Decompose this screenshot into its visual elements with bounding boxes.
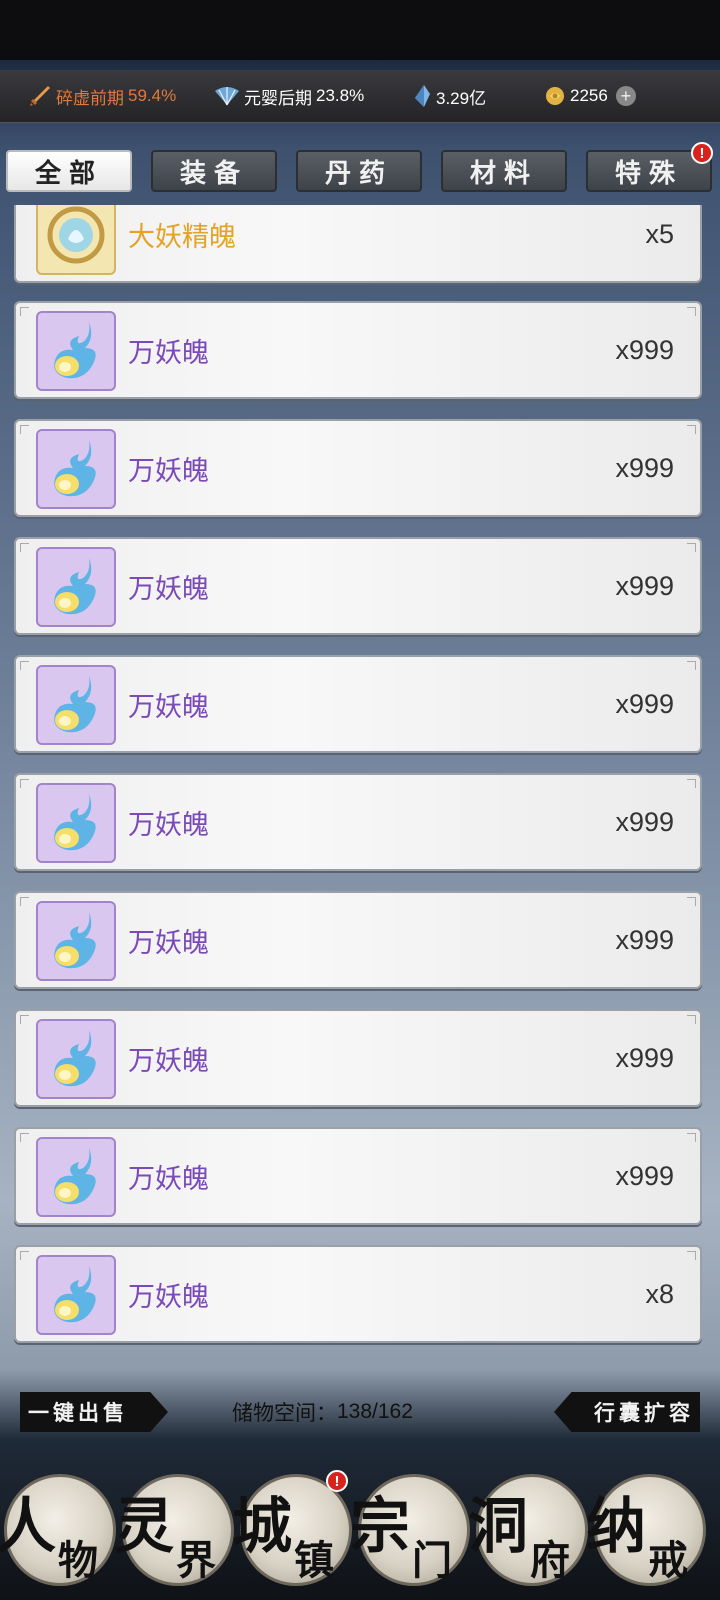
spirit-flame-icon <box>54 440 96 497</box>
list-item[interactable]: 万妖魄 x999 <box>14 419 702 517</box>
nav-storage-ring-char2: 戒 <box>648 1537 688 1584</box>
nav-town-char2: 镇 <box>294 1537 334 1584</box>
gold-ingot-icon <box>546 87 564 105</box>
nav-sect-char2: 门 <box>412 1537 452 1584</box>
nav-cave[interactable]: 洞 府 <box>468 1474 588 1586</box>
item-quantity: x999 <box>615 452 674 483</box>
nav-character[interactable]: 人 物 <box>0 1474 116 1586</box>
spirit-flame-icon <box>54 558 96 615</box>
add-currency-button[interactable]: + <box>615 86 636 106</box>
storage-capacity: 储物空间： 138/162 <box>232 1392 413 1432</box>
bottom-nav: 人 物 灵 界 城 镇 ! 宗 门 洞 府 纳 戒 <box>0 1460 720 1600</box>
list-item[interactable]: 万妖魄 x999 <box>14 891 702 989</box>
item-name: 万妖魄 <box>128 1281 209 1312</box>
expand-bag-button[interactable]: 行囊扩容 <box>554 1392 700 1432</box>
nav-storage-ring[interactable]: 纳 戒 <box>586 1474 706 1586</box>
sell-all-button[interactable]: 一键出售 <box>20 1392 168 1432</box>
list-item[interactable]: 万妖魄 x999 <box>14 773 702 871</box>
nav-sect[interactable]: 宗 门 <box>350 1474 470 1586</box>
currency-value: 2256 <box>570 86 608 105</box>
spirit-stone-value: 3.29亿 <box>436 88 487 108</box>
item-icon <box>36 1255 116 1335</box>
spirit-flame-icon <box>54 676 96 733</box>
item-icon <box>36 665 116 745</box>
realm-label: 碎虚前期 <box>56 88 124 108</box>
item-name: 大妖精魄 <box>128 221 236 252</box>
list-item[interactable]: 万妖魄 x999 <box>14 537 702 635</box>
item-icon <box>36 901 116 981</box>
nav-sect-char1: 宗 <box>350 1492 410 1562</box>
list-item[interactable]: 万妖魄 x999 <box>14 655 702 753</box>
category-tabs: 全部 装备 丹药 材料 特殊 ! <box>6 142 714 194</box>
spirit-flame-icon <box>54 794 96 851</box>
storage-label: 储物空间： <box>232 1402 337 1425</box>
item-quantity: x999 <box>615 1160 674 1191</box>
item-quantity: x999 <box>615 334 674 365</box>
nav-town-char1: 城 <box>232 1492 292 1562</box>
tab-equipment[interactable]: 装备 <box>151 150 277 192</box>
item-icon <box>36 429 116 509</box>
item-quantity: x999 <box>615 688 674 719</box>
resource-bar: 碎虚前期 59.4% 元婴后期 23.8% 3.29亿 2256 + <box>0 70 720 123</box>
item-icon <box>36 547 116 627</box>
item-icon <box>36 1137 116 1217</box>
spirit-stone-counter[interactable]: 3.29亿 <box>412 70 486 122</box>
spirit-flame-icon <box>54 1266 96 1323</box>
nav-character-char2: 物 <box>58 1537 98 1584</box>
spirit-flame-icon <box>54 912 96 969</box>
list-item[interactable]: 万妖魄 x999 <box>14 1127 702 1225</box>
item-name: 万妖魄 <box>128 1045 209 1076</box>
spirit-flame-icon <box>54 322 96 379</box>
cultivation-realm[interactable]: 碎虚前期 59.4% <box>28 70 176 122</box>
item-quantity: x999 <box>615 1042 674 1073</box>
nav-town[interactable]: 城 镇 ! <box>232 1470 352 1586</box>
item-name: 万妖魄 <box>128 455 209 486</box>
nav-storage-ring-char1: 纳 <box>586 1492 646 1562</box>
item-name: 万妖魄 <box>128 573 209 604</box>
nav-character-char1: 人 <box>0 1492 56 1562</box>
item-icon <box>36 311 116 391</box>
nav-cave-char2: 府 <box>530 1537 570 1584</box>
nav-spirit-realm-char2: 界 <box>176 1537 216 1584</box>
nav-cave-char1: 洞 <box>468 1492 528 1562</box>
secondary-realm-label: 元婴后期 <box>244 88 312 108</box>
list-item[interactable]: 万妖魄 x8 <box>14 1245 702 1343</box>
tab-pills[interactable]: 丹药 <box>296 150 422 192</box>
item-quantity: x5 <box>645 218 674 249</box>
realm-percent: 59.4% <box>128 86 177 105</box>
secondary-realm-percent: 23.8% <box>316 86 365 105</box>
nav-spirit-realm-char1: 灵 <box>114 1492 174 1562</box>
spirit-crystal-icon <box>415 85 430 107</box>
sword-icon <box>30 86 50 106</box>
fan-icon <box>215 87 239 106</box>
item-name: 万妖魄 <box>128 927 209 958</box>
item-quantity: x999 <box>615 924 674 955</box>
list-item[interactable]: 万妖魄 x999 <box>14 1009 702 1107</box>
tab-special-alert-badge: ! <box>691 142 713 164</box>
list-item[interactable]: 万妖魄 x999 <box>14 301 702 399</box>
list-item[interactable]: 大妖精魄 x5 <box>14 205 702 283</box>
item-icon <box>36 783 116 863</box>
item-icon <box>36 1019 116 1099</box>
item-name: 万妖魄 <box>128 1163 209 1194</box>
item-quantity: x999 <box>615 806 674 837</box>
storage-value: 138/162 <box>337 1400 413 1423</box>
secondary-realm[interactable]: 元婴后期 23.8% <box>214 70 364 122</box>
item-quantity: x999 <box>615 570 674 601</box>
item-name: 万妖魄 <box>128 337 209 368</box>
item-quantity: x8 <box>645 1278 674 1309</box>
tab-materials[interactable]: 材料 <box>441 150 567 192</box>
item-name: 万妖魄 <box>128 809 209 840</box>
spirit-flame-icon <box>54 1148 96 1205</box>
spirit-flame-icon <box>54 1030 96 1087</box>
currency-counter[interactable]: 2256 + <box>544 70 636 122</box>
demon-essence-orb-icon <box>47 206 105 264</box>
nav-town-alert-badge: ! <box>326 1470 348 1492</box>
item-name: 万妖魄 <box>128 691 209 722</box>
inventory-list[interactable]: 大妖精魄 x5 万妖魄 x999 万妖魄 x999 万妖魄 x999 万妖魄 x… <box>14 205 702 1355</box>
tab-all[interactable]: 全部 <box>6 150 132 192</box>
nav-spirit-realm[interactable]: 灵 界 <box>114 1474 234 1586</box>
item-icon <box>36 205 116 275</box>
